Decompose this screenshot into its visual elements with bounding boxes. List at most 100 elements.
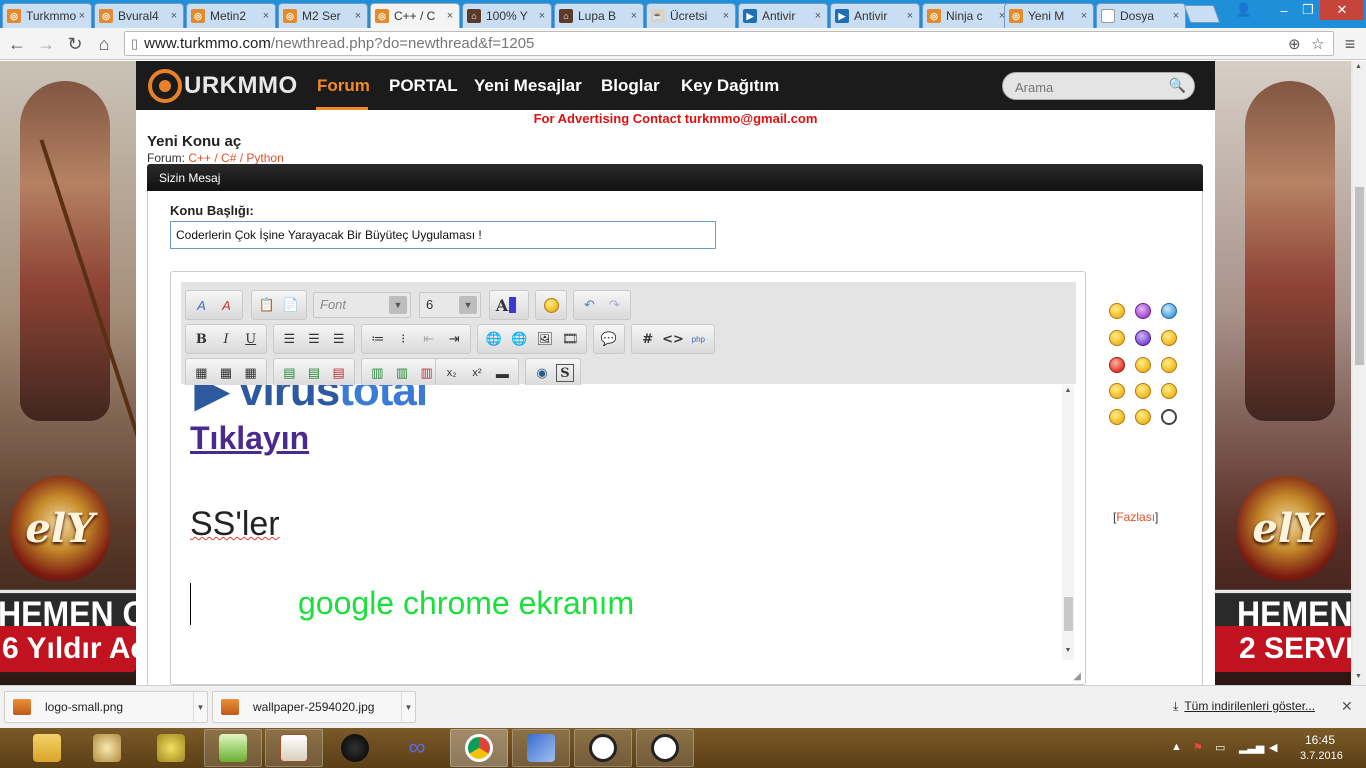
chevron-down-icon[interactable]: ▼ — [401, 692, 415, 722]
close-icon[interactable]: × — [445, 10, 455, 22]
delete-row-icon[interactable]: ▤ — [327, 362, 350, 384]
scroll-up-icon[interactable]: ▲ — [1062, 387, 1074, 394]
align-left-icon[interactable]: ☰ — [278, 328, 301, 350]
close-icon[interactable]: × — [905, 10, 915, 22]
smiley-outline-icon[interactable] — [1161, 409, 1177, 425]
insert-video-icon[interactable]: 🎞 — [559, 328, 583, 350]
app-q2-icon[interactable] — [574, 729, 632, 767]
insert-col-right-icon[interactable]: ▥ — [391, 362, 414, 384]
search-input[interactable] — [1015, 77, 1165, 97]
bookmark-star-icon[interactable]: ☆ — [1311, 35, 1324, 53]
tab-antivirus-2[interactable]: ▶ Antivir × — [830, 3, 920, 28]
network-icon[interactable]: ▭ — [1215, 741, 1225, 754]
close-icon[interactable]: × — [261, 10, 271, 22]
tab-dosya[interactable]: Dosya × — [1096, 3, 1186, 28]
align-center-icon[interactable]: ☰ — [303, 328, 326, 350]
insert-col-left-icon[interactable]: ▥ — [366, 362, 389, 384]
close-icon[interactable]: × — [629, 10, 639, 22]
back-icon[interactable]: ← — [5, 32, 29, 56]
nav-forum[interactable]: Forum — [317, 76, 370, 96]
show-all-downloads[interactable]: ⤓ Tüm indirilenleri göster... — [1173, 699, 1315, 714]
scroll-thumb[interactable] — [1064, 597, 1073, 631]
remove-format-icon[interactable]: A — [190, 294, 213, 316]
scroll-down-icon[interactable]: ▼ — [1062, 647, 1074, 654]
close-icon[interactable]: × — [1079, 10, 1089, 22]
tab-antivirus-1[interactable]: ▶ Antivir × — [738, 3, 828, 28]
eek-icon[interactable] — [1109, 409, 1125, 425]
insert-link-icon[interactable]: 🌐 — [482, 328, 506, 350]
more-smilies-link[interactable]: Fazlası — [1116, 510, 1155, 524]
reload-icon[interactable]: ↻ — [63, 32, 87, 56]
hash-tag-icon[interactable]: # — [636, 328, 659, 350]
clock-time[interactable]: 16:45 — [1305, 733, 1335, 747]
indent-icon[interactable]: ⇥ — [443, 328, 467, 350]
zoom-icon[interactable]: ⊕ — [1288, 35, 1301, 53]
app-fairy-icon[interactable] — [78, 729, 136, 767]
click-here-link[interactable]: Tıklayın — [190, 420, 309, 457]
app-bird-icon[interactable] — [326, 729, 384, 767]
insert-row-above-icon[interactable]: ▤ — [278, 362, 301, 384]
chrome-icon[interactable] — [450, 729, 508, 767]
chevron-down-icon[interactable]: ▼ — [193, 692, 207, 722]
font-select[interactable]: Font ▼ — [313, 292, 411, 318]
minimize-button[interactable]: – — [1272, 0, 1296, 20]
volume-icon[interactable]: ◀ — [1269, 741, 1277, 754]
ordered-list-icon[interactable]: ≔ — [366, 328, 390, 350]
unlink-icon[interactable]: 🌐 — [508, 328, 532, 350]
app-infinity-icon[interactable]: ∞ — [388, 729, 446, 767]
mad-icon[interactable] — [1109, 357, 1125, 373]
table-row-icon[interactable]: ▦ — [215, 362, 238, 384]
app-q1-icon[interactable] — [636, 729, 694, 767]
forward-icon[interactable]: → — [34, 32, 58, 56]
confused-icon[interactable] — [1135, 409, 1151, 425]
editor-content-area[interactable]: ▶ virustotal Tıklayın SS'ler google chro… — [181, 385, 1074, 660]
superscript-icon[interactable]: x² — [465, 362, 488, 384]
tab-ninja[interactable]: ◎ Ninja c × — [922, 3, 1012, 28]
subject-input[interactable] — [170, 221, 716, 249]
signal-icon[interactable]: ▂▃▅ — [1239, 741, 1264, 754]
scroll-up-icon[interactable]: ▲ — [1355, 63, 1362, 70]
menu-icon[interactable]: ≡ — [1338, 32, 1362, 56]
tab-bvural[interactable]: ◎ Bvural4 × — [94, 3, 184, 28]
table-col-icon[interactable]: ▦ — [239, 362, 262, 384]
close-icon[interactable]: × — [353, 10, 363, 22]
close-icon[interactable]: × — [721, 10, 731, 22]
spoiler-icon[interactable]: ◉ — [530, 362, 554, 384]
new-tab-button[interactable] — [1183, 5, 1221, 23]
page-scrollbar[interactable]: ▲ ▼ — [1353, 61, 1366, 685]
tab-m2-server[interactable]: ◎ M2 Ser × — [278, 3, 368, 28]
nav-new-messages[interactable]: Yeni Mesajlar — [474, 76, 582, 96]
show-hidden-icons-icon[interactable]: ▲ — [1171, 741, 1182, 753]
close-window-button[interactable]: ✕ — [1320, 0, 1364, 20]
show-all-downloads-link[interactable]: Tüm indirilenleri göster... — [1184, 699, 1315, 713]
nav-key-distribution[interactable]: Key Dağıtım — [681, 76, 779, 96]
grin-icon[interactable] — [1161, 357, 1177, 373]
wink-icon[interactable] — [1161, 383, 1177, 399]
tab-lupa[interactable]: ⌂ Lupa B × — [554, 3, 644, 28]
cool-blue-icon[interactable] — [1161, 303, 1177, 319]
left-ad-banner[interactable]: elY HEMEN OYNA 6 Yıldır Açık — [0, 61, 136, 685]
tab-ucretsiz[interactable]: ☕ Ücretsi × — [646, 3, 736, 28]
app-spreadsheet-icon[interactable] — [204, 729, 262, 767]
tab-yeni-mesaj[interactable]: ◎ Yeni M × — [1004, 3, 1094, 28]
tab-100[interactable]: ⌂ 100% Y × — [462, 3, 552, 28]
scroll-thumb[interactable] — [1355, 187, 1364, 365]
close-icon[interactable]: × — [537, 10, 547, 22]
frown-purple-icon[interactable] — [1135, 330, 1151, 346]
tab-metin2[interactable]: ◎ Metin2 × — [186, 3, 276, 28]
download-item[interactable]: wallpaper-2594020.jpg ▼ — [212, 691, 416, 723]
clock-date[interactable]: 3.7.2016 — [1300, 750, 1343, 762]
undo-icon[interactable]: ↶ — [578, 294, 601, 316]
smile-icon[interactable] — [1109, 303, 1125, 319]
frown-icon[interactable] — [1161, 330, 1177, 346]
bold-button[interactable]: B — [190, 328, 213, 350]
resize-grip-icon[interactable]: ◢ — [1073, 671, 1081, 682]
underline-button[interactable]: U — [239, 328, 262, 350]
horizontal-rule-icon[interactable]: ▬ — [491, 362, 514, 384]
nav-portal[interactable]: PORTAL — [389, 76, 458, 96]
subscript-icon[interactable]: x₂ — [440, 362, 463, 384]
scroll-down-icon[interactable]: ▼ — [1355, 673, 1362, 680]
tab-turkmmo[interactable]: ◎ Turkmmo × — [2, 3, 92, 28]
happy-icon[interactable] — [1109, 330, 1125, 346]
php-code-icon[interactable]: php — [687, 328, 710, 350]
